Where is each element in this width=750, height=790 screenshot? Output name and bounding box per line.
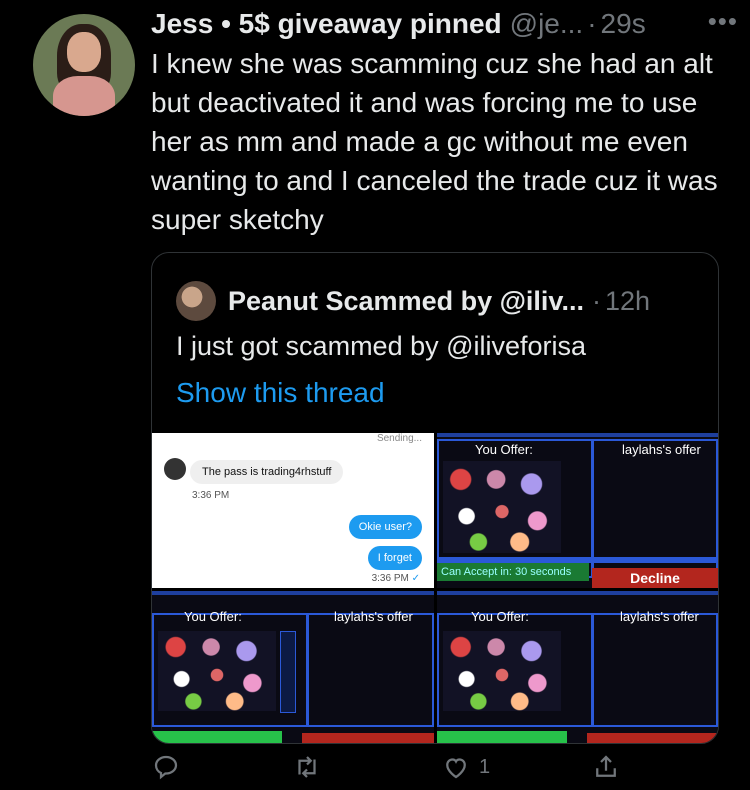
- quoted-header: Peanut Scammed by @iliv... · 12h: [176, 281, 650, 321]
- media-trade-screenshot[interactable]: You Offer: laylahs's offer Can Accept in…: [437, 433, 718, 588]
- accept-strip: [152, 731, 282, 743]
- game-top-bar: [437, 591, 718, 595]
- quoted-time: 12h: [604, 285, 651, 316]
- tweet-text: I knew she was scamming cuz she had an a…: [151, 48, 718, 235]
- author-handle[interactable]: @je...: [510, 8, 584, 40]
- tweet-time[interactable]: 29s: [601, 8, 646, 40]
- tweet-header: Jess • 5$ giveaway pinned @je... · 29s •…: [151, 6, 738, 42]
- tweet-actions: 1: [151, 752, 631, 788]
- share-icon: [596, 755, 616, 777]
- dot-separator: ·: [587, 8, 597, 39]
- offered-items-grid: [443, 631, 561, 711]
- decline-strip: [302, 733, 434, 743]
- dot-separator: ·: [591, 285, 601, 316]
- you-offer-title: You Offer:: [475, 442, 533, 457]
- quoted-text: I just got scammed by @iliveforisa: [176, 331, 587, 361]
- media-grid: Sending... The pass is trading4rhstuff 3…: [152, 433, 718, 743]
- item-scrollbar: [280, 631, 296, 713]
- dm-outgoing-message: I forget: [367, 546, 422, 570]
- media-trade-screenshot[interactable]: You Offer: laylahs's offer: [152, 591, 434, 743]
- avatar-body: [53, 76, 115, 116]
- game-top-bar: [152, 591, 434, 595]
- sending-status: Sending...: [376, 433, 422, 444]
- dm-avatar: [164, 458, 186, 480]
- their-offer-title: laylahs's offer: [620, 609, 699, 624]
- heart-icon: [446, 758, 466, 779]
- dm-incoming-message: The pass is trading4rhstuff: [190, 460, 344, 484]
- their-offer-title: laylahs's offer: [334, 609, 413, 624]
- dm-outgoing-time-text: 3:36 PM: [371, 573, 409, 584]
- media-trade-screenshot[interactable]: You Offer: laylahs's offer: [437, 591, 718, 743]
- their-offer-panel: [592, 613, 718, 727]
- decline-strip: [587, 733, 718, 743]
- quoted-avatar: [176, 281, 216, 321]
- accept-timer: Can Accept in: 30 seconds: [437, 563, 589, 581]
- decline-button: Decline: [592, 568, 718, 588]
- offered-items-grid: [158, 631, 276, 711]
- dm-outgoing-message: Okie user?: [348, 515, 422, 539]
- more-options-icon[interactable]: •••: [708, 6, 738, 37]
- accept-strip: [437, 731, 567, 743]
- retweet-icon: [298, 756, 316, 778]
- offered-items-grid: [443, 461, 561, 553]
- quoted-author-name: Peanut Scammed by @iliv...: [228, 285, 584, 316]
- like-count: 1: [479, 755, 491, 778]
- game-top-bar: [437, 433, 718, 437]
- retweet-button[interactable]: [292, 752, 322, 782]
- check-icon: ✓: [411, 573, 420, 584]
- media-dm-screenshot[interactable]: Sending... The pass is trading4rhstuff 3…: [152, 433, 434, 588]
- like-button[interactable]: 1: [441, 752, 490, 782]
- reply-icon: [154, 755, 178, 780]
- share-button[interactable]: [591, 752, 621, 782]
- avatar-face: [67, 32, 101, 72]
- you-offer-title: You Offer:: [471, 609, 529, 624]
- reply-button[interactable]: [151, 752, 181, 782]
- dm-incoming-time: 3:36 PM: [192, 490, 230, 501]
- their-offer-panel: [307, 613, 434, 727]
- their-offer-title: laylahs's offer: [622, 442, 701, 457]
- you-offer-title: You Offer:: [184, 609, 242, 624]
- dm-outgoing-time: 3:36 PM ✓: [372, 573, 420, 584]
- show-thread-link[interactable]: Show this thread: [176, 377, 385, 409]
- author-avatar[interactable]: [33, 14, 135, 116]
- author-name[interactable]: Jess • 5$ giveaway pinned: [151, 8, 502, 40]
- quoted-tweet[interactable]: Peanut Scammed by @iliv... · 12h I just …: [151, 252, 719, 744]
